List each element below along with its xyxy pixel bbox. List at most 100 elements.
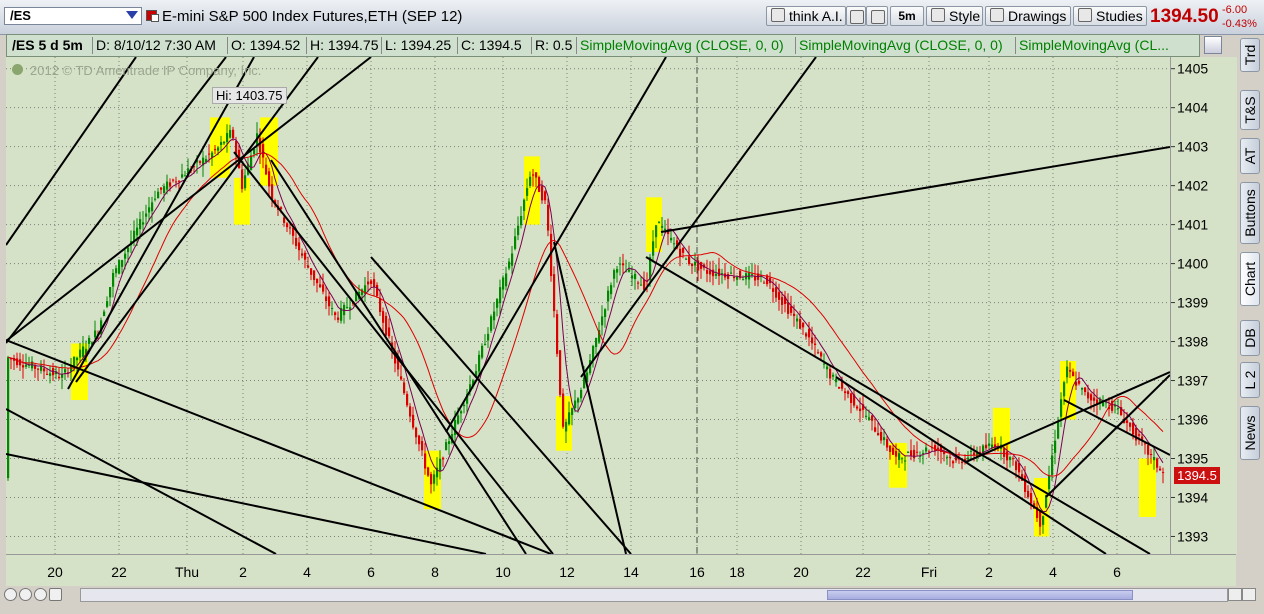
candle-body: [289, 227, 292, 229]
candle-body: [916, 451, 919, 453]
watermark-logo-icon: [12, 64, 23, 75]
candle-body: [520, 216, 523, 226]
price-axis[interactable]: 1405 1404 1403 1402 1401 1400 1399 1398 1397 1396…: [1170, 57, 1237, 554]
net-change: -6.00: [1222, 4, 1248, 16]
candle-body: [22, 365, 25, 368]
candle-body: [811, 337, 814, 344]
bar-range: R: 0.5: [532, 37, 577, 54]
candle-body: [403, 382, 406, 394]
study-label-2[interactable]: SimpleMovingAvg (CLOSE, 0, 0): [796, 37, 1016, 54]
chart-plot-area[interactable]: 2012 © TD Ameritrade IP Company, Inc. Hi…: [5, 56, 1171, 555]
candle-body: [529, 176, 532, 187]
time-axis[interactable]: 20 22 Thu 2 4 6 8 10 12 14 16 18 20 22 Fri 2 4 6: [6, 554, 1236, 587]
tab-trd[interactable]: Trd: [1240, 38, 1260, 72]
candle-body: [1087, 392, 1090, 399]
zoom-out-icon[interactable]: [34, 588, 47, 601]
candle-body: [64, 369, 67, 373]
candle-body: [829, 368, 832, 379]
pencil-button[interactable]: [846, 6, 866, 26]
tab-active-trader[interactable]: AT: [1240, 138, 1260, 174]
candle-body: [478, 354, 481, 372]
pencil-icon: [850, 10, 864, 24]
timeframe-button[interactable]: 5m: [890, 6, 924, 26]
candle-body: [868, 417, 871, 420]
chart-settings-icon[interactable]: [1204, 36, 1222, 54]
tab-time-and-sales[interactable]: T&S: [1240, 90, 1260, 130]
candle-body: [244, 175, 247, 189]
sma-slow-line: [7, 152, 1164, 477]
fit-icon[interactable]: [49, 588, 62, 601]
symbol-input[interactable]: /ES: [4, 7, 142, 25]
candle-body: [409, 406, 412, 417]
candle-body: [172, 179, 175, 181]
candle-body: [331, 308, 334, 310]
bar-date: D: 8/10/12 7:30 AM: [93, 37, 228, 54]
candle-body: [160, 187, 163, 190]
candle-body: [526, 188, 529, 196]
scrollbar-thumb[interactable]: [827, 590, 1133, 600]
candle-body: [127, 247, 130, 253]
candle-body: [1159, 468, 1162, 471]
candle-body: [877, 433, 880, 436]
trendline-drawing: [5, 56, 227, 344]
candle-body: [376, 284, 379, 296]
think-ai-button[interactable]: think A.I.: [766, 6, 846, 26]
scroll-right-icon[interactable]: [1242, 588, 1256, 601]
candle-body: [43, 368, 46, 372]
instrument-link-icon[interactable]: [151, 14, 159, 22]
candle-body: [148, 207, 151, 213]
candle-body: [607, 290, 610, 302]
tab-chart[interactable]: Chart: [1240, 252, 1260, 306]
candle-body: [883, 437, 886, 441]
candle-body: [673, 243, 676, 245]
net-change-percent: -0.43%: [1222, 18, 1257, 30]
candle-body: [124, 253, 127, 259]
pan-icon[interactable]: [4, 588, 17, 601]
drawings-button[interactable]: Drawings: [985, 6, 1071, 26]
candle-body: [565, 421, 568, 432]
zoom-in-icon[interactable]: [19, 588, 32, 601]
time-tick-label: 12: [559, 564, 575, 580]
candle-body: [886, 439, 889, 448]
candle-body: [121, 260, 124, 267]
candle-body: [691, 263, 694, 267]
price-tick-label: 1402: [1177, 178, 1208, 194]
price-tick-label: 1394: [1177, 489, 1208, 505]
candle-body: [382, 311, 385, 323]
tab-level2[interactable]: L 2: [1240, 362, 1260, 398]
style-button[interactable]: Style: [926, 6, 983, 26]
candle-body: [763, 282, 766, 284]
time-tick-label: 6: [1113, 564, 1121, 580]
candle-body: [718, 268, 721, 277]
symbol-dropdown-icon[interactable]: [126, 11, 138, 19]
candle-body: [856, 406, 859, 409]
candle-body: [631, 275, 634, 279]
tab-news[interactable]: News: [1240, 406, 1260, 460]
candle-body: [793, 313, 796, 317]
studies-button[interactable]: Studies: [1073, 6, 1147, 26]
candle-body: [634, 273, 637, 280]
candle-body: [418, 435, 421, 445]
candle-body: [349, 307, 352, 310]
tab-db[interactable]: DB: [1240, 320, 1260, 356]
candle-body: [109, 287, 112, 298]
candle-body: [661, 225, 664, 228]
tab-buttons[interactable]: Buttons: [1240, 182, 1260, 244]
candle-body: [898, 453, 901, 460]
study-label-1[interactable]: SimpleMovingAvg (CLOSE, 0, 0): [577, 37, 796, 54]
candle-body: [283, 217, 286, 223]
scroll-left-icon[interactable]: [1228, 588, 1242, 601]
study-label-3[interactable]: SimpleMovingAvg (CL...: [1016, 37, 1176, 54]
candle-body: [679, 248, 682, 257]
price-tick-label: 1395: [1177, 450, 1208, 466]
horizontal-scrollbar[interactable]: [80, 588, 1228, 602]
candle-body: [1162, 472, 1165, 474]
style-icon: [931, 8, 945, 22]
link-button[interactable]: [866, 6, 888, 26]
aggregation-label[interactable]: /ES 5 d 5m: [9, 37, 93, 54]
price-tick-label: 1405: [1177, 61, 1208, 77]
candle-body: [751, 274, 754, 276]
bar-open: O: 1394.52: [228, 37, 307, 54]
candle-body: [46, 373, 49, 375]
candle-body: [505, 273, 508, 287]
